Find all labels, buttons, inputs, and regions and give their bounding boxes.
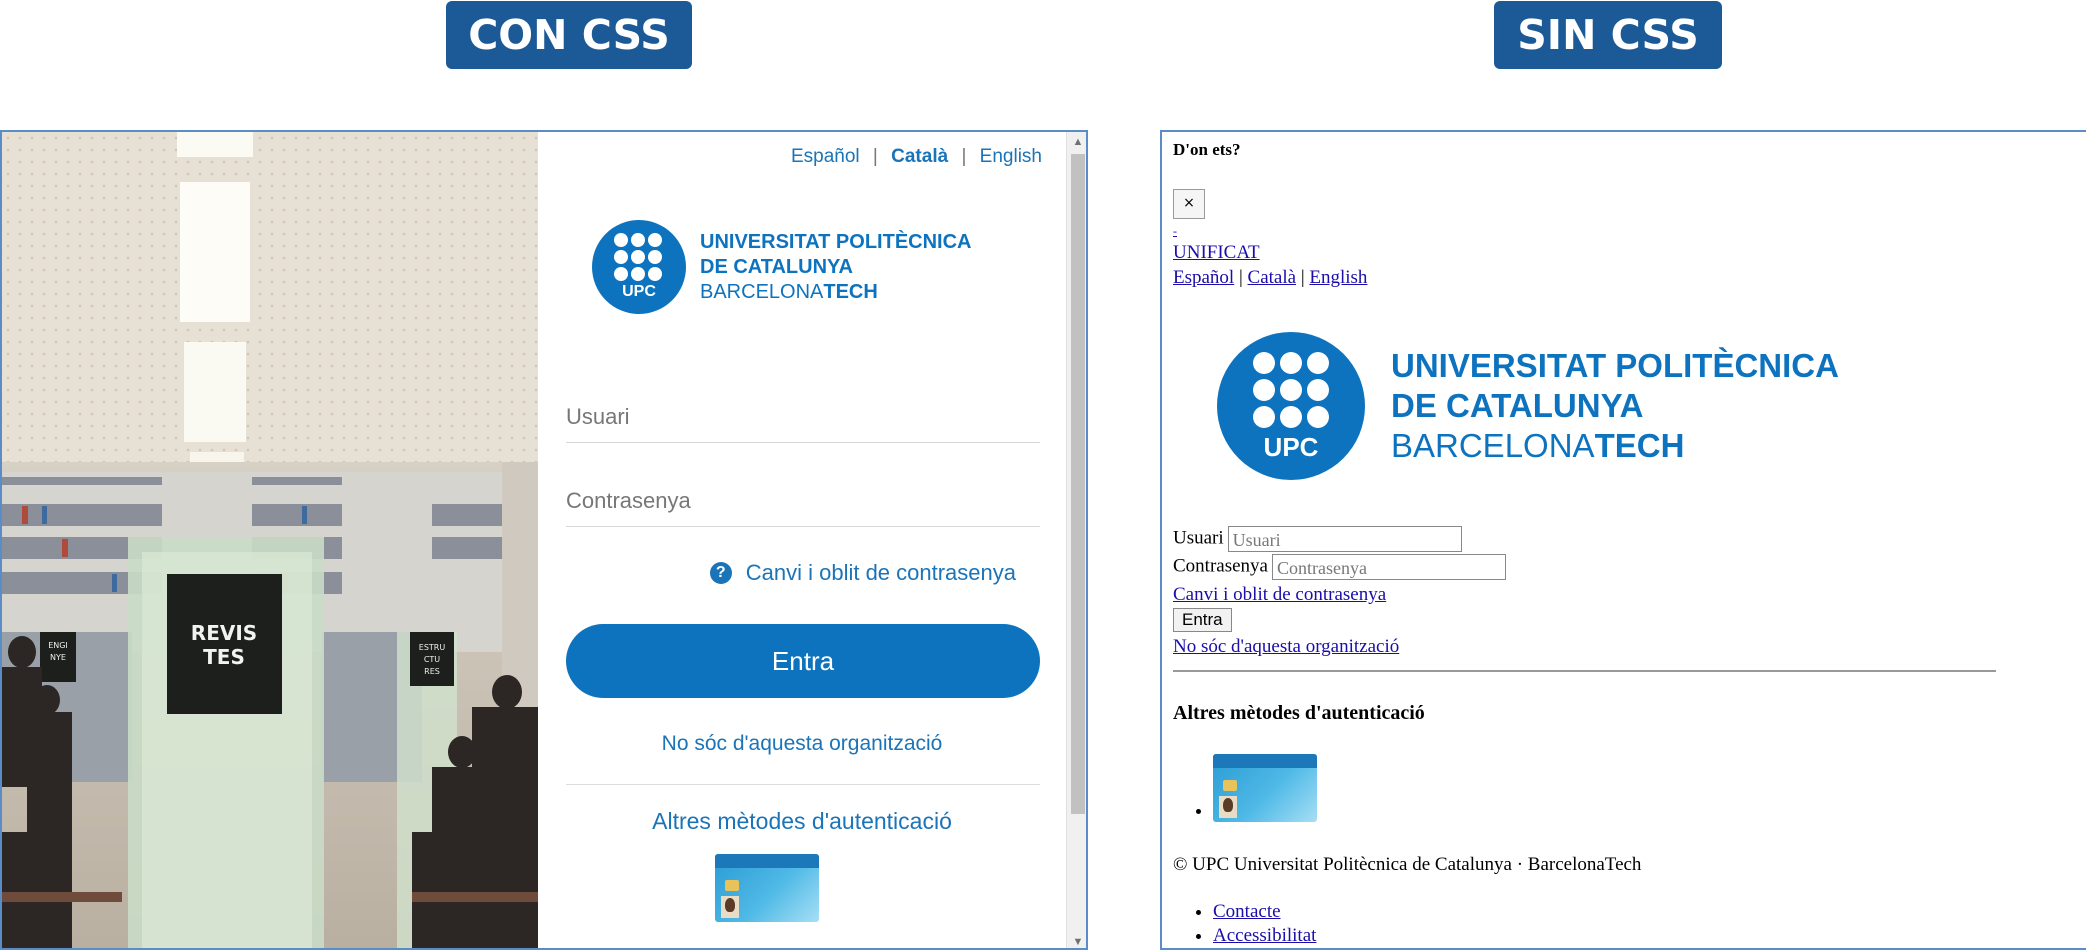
svg-text:TES: TES bbox=[203, 645, 245, 669]
svg-text:RES: RES bbox=[424, 667, 440, 676]
lang-separator: | bbox=[872, 146, 878, 167]
not-this-organization-link[interactable]: No sóc d'aquesta organització bbox=[538, 732, 1066, 756]
language-selector: Español | Català | English bbox=[791, 146, 1042, 168]
forgot-password-label: Canvi i oblit de contrasenya bbox=[745, 560, 1016, 585]
username-input[interactable]: Usuari bbox=[566, 404, 1040, 443]
auth-methods-list bbox=[1173, 754, 1317, 826]
lang-catala-link[interactable]: Català bbox=[891, 146, 948, 168]
svg-text:NYE: NYE bbox=[50, 653, 66, 662]
id-card-auth-option[interactable] bbox=[1213, 754, 1317, 822]
vertical-scrollbar[interactable]: ▲ ▼ bbox=[1066, 132, 1086, 948]
username-label: Usuari bbox=[1173, 527, 1224, 549]
lang-separator: | bbox=[1300, 267, 1305, 288]
login-button[interactable]: Entra bbox=[1173, 608, 1232, 632]
language-selector-plain: Español | Català | English bbox=[1173, 267, 1367, 289]
divider bbox=[1173, 670, 1996, 672]
lang-english-link[interactable]: English bbox=[980, 146, 1042, 168]
id-card-auth-option[interactable] bbox=[715, 854, 819, 922]
where-from-heading: D'on ets? bbox=[1173, 140, 1241, 159]
divider bbox=[566, 784, 1040, 785]
password-label: Contrasenya bbox=[1173, 555, 1268, 577]
upc-logo-text: UNIVERSITAT POLITÈCNICA DE CATALUNYA BAR… bbox=[700, 230, 972, 303]
username-input[interactable]: Usuari bbox=[1227, 526, 1462, 552]
password-input[interactable]: Contrasenya bbox=[566, 488, 1040, 527]
footer-link-accessibilitat[interactable]: Accessibilitat bbox=[1213, 925, 1316, 946]
label-con-css: CON CSS bbox=[446, 1, 692, 69]
svg-text:ENGI: ENGI bbox=[48, 641, 68, 650]
library-photo-illustration: REVIS TES ESTRU CTU RES ENGI NYE bbox=[2, 132, 538, 948]
other-auth-methods-heading: Altres mètodes d'autenticació bbox=[652, 808, 952, 834]
upc-logo-badge: UPC bbox=[622, 283, 656, 300]
svg-text:ESTRU: ESTRU bbox=[419, 643, 446, 652]
blank-link[interactable]: - bbox=[1173, 224, 1177, 239]
lang-catala-link[interactable]: Català bbox=[1248, 267, 1297, 288]
other-auth-methods-heading: Altres mètodes d'autenticació bbox=[1173, 702, 1425, 724]
password-input[interactable]: Contrasenya bbox=[1271, 554, 1506, 580]
close-button[interactable]: × bbox=[1173, 189, 1205, 219]
upc-logo-text: UNIVERSITAT POLITÈCNICA DE CATALUNYA BAR… bbox=[1391, 347, 1839, 464]
login-button[interactable]: Entra bbox=[566, 624, 1040, 698]
username-row: Usuari Usuari bbox=[1173, 526, 1462, 552]
not-this-organization-link[interactable]: No sóc d'aquesta organització bbox=[1173, 636, 1399, 658]
lang-espanol-link[interactable]: Español bbox=[791, 146, 860, 168]
footer-links: Contacte Accessibilitat bbox=[1173, 900, 1316, 948]
question-circle-icon: ? bbox=[709, 562, 732, 584]
unstyled-login-screenshot: D'on ets? × - UNIFICAT Español | Català … bbox=[1160, 130, 2086, 950]
upc-logo: UPC UNIVERSITAT POLITÈCNICA DE CATALUNYA… bbox=[592, 220, 971, 314]
library-photo: REVIS TES ESTRU CTU RES ENGI NYE bbox=[2, 132, 538, 948]
upc-logo-large: UPC UNIVERSITAT POLITÈCNICA DE CATALUNYA… bbox=[1217, 332, 1839, 480]
label-sin-css: SIN CSS bbox=[1494, 1, 1722, 69]
forgot-password-link[interactable]: ? Canvi i oblit de contrasenya bbox=[709, 560, 1016, 586]
styled-login-screenshot: REVIS TES ESTRU CTU RES ENGI NYE Español bbox=[0, 130, 1088, 950]
upc-logo-emblem: UPC bbox=[592, 220, 686, 314]
lang-english-link[interactable]: English bbox=[1309, 267, 1367, 288]
password-row: Contrasenya Contrasenya bbox=[1173, 554, 1506, 580]
login-panel: Español | Català | English UPC UNIVERSIT… bbox=[538, 132, 1066, 948]
footer-link-contacte[interactable]: Contacte bbox=[1213, 901, 1281, 922]
upc-logo-emblem: UPC bbox=[1217, 332, 1365, 480]
scroll-up-icon[interactable]: ▲ bbox=[1067, 132, 1086, 152]
footer-copyright: © UPC Universitat Politècnica de Catalun… bbox=[1173, 854, 1642, 875]
lang-separator: | bbox=[961, 146, 967, 167]
svg-text:CTU: CTU bbox=[424, 655, 440, 664]
scroll-thumb[interactable] bbox=[1071, 154, 1085, 814]
lang-espanol-link[interactable]: Español bbox=[1173, 267, 1234, 288]
upc-logo-badge: UPC bbox=[1263, 432, 1319, 462]
lang-separator: | bbox=[1238, 267, 1243, 288]
svg-text:REVIS: REVIS bbox=[191, 621, 257, 645]
forgot-password-link[interactable]: Canvi i oblit de contrasenya bbox=[1173, 584, 1386, 606]
unificat-link[interactable]: UNIFICAT bbox=[1173, 242, 1260, 264]
scroll-down-icon[interactable]: ▼ bbox=[1067, 932, 1086, 948]
